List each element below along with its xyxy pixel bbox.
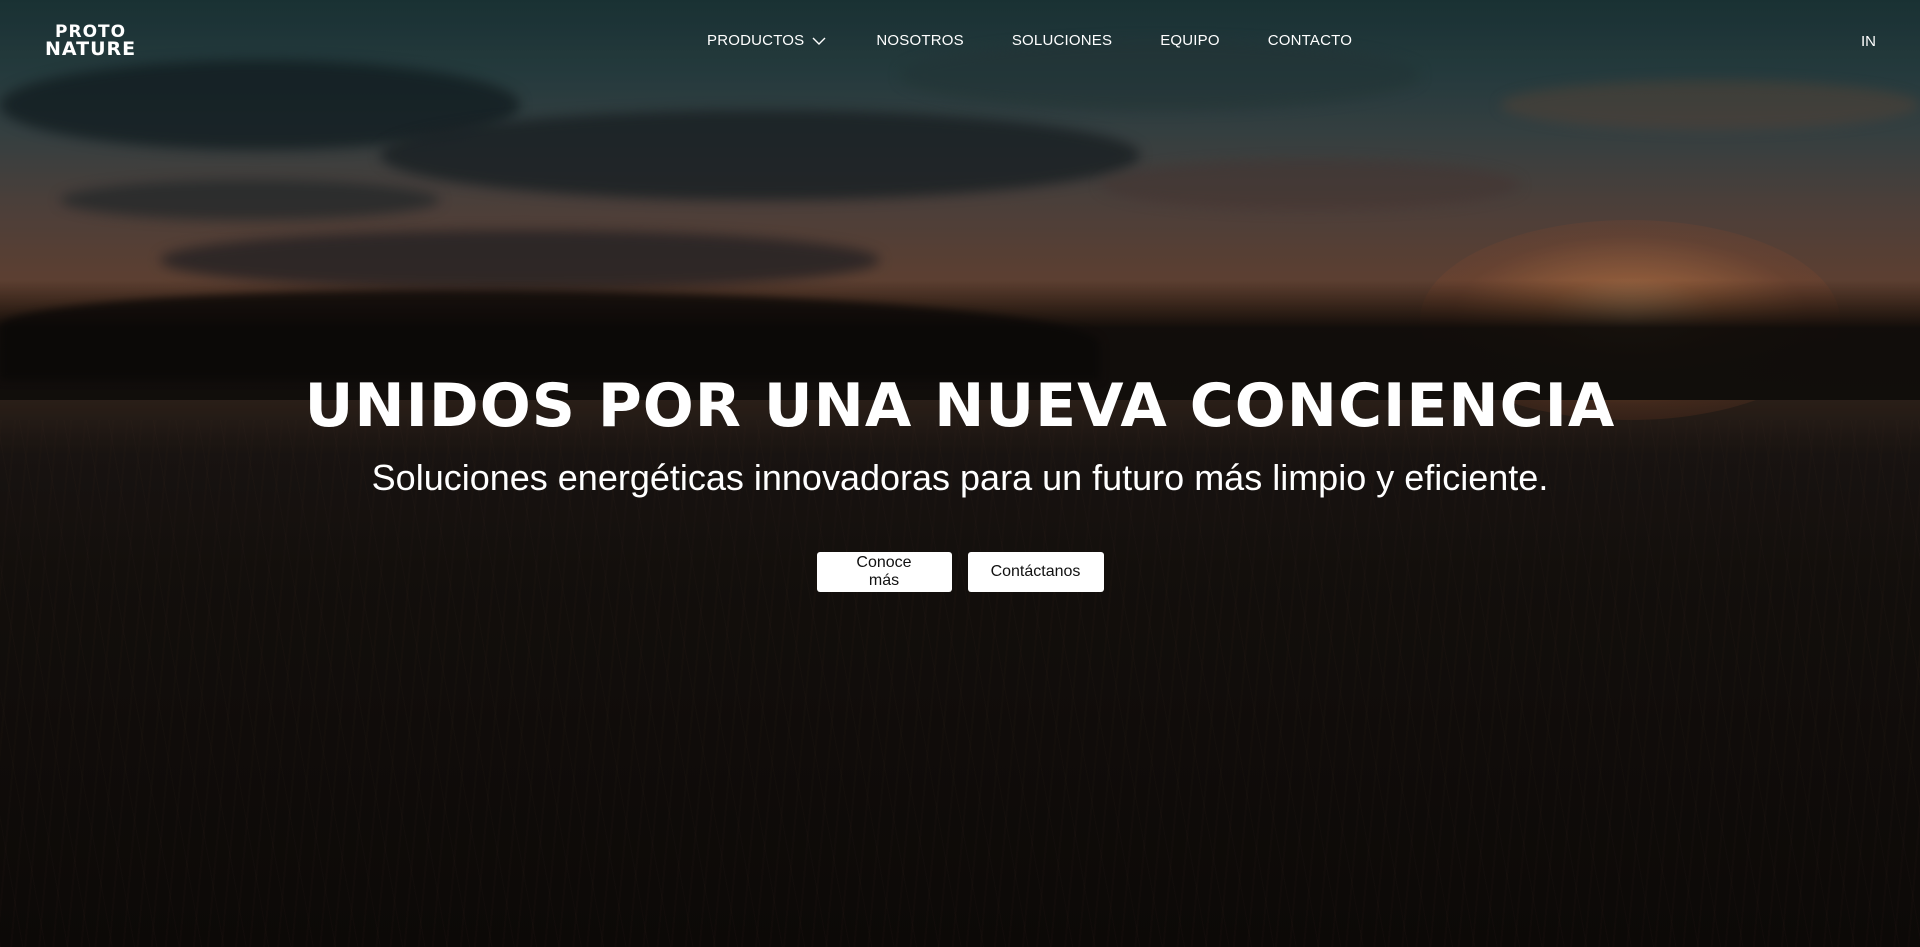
nav-item-label: CONTACTO bbox=[1267, 32, 1353, 49]
learn-more-button[interactable]: Conoce más bbox=[816, 552, 952, 592]
nav-menu: PRODUCTOS NOSOTROS SOLUCIONES EQUIPO CON… bbox=[707, 32, 1352, 49]
nav-item-contacto[interactable]: CONTACTO bbox=[1268, 32, 1352, 49]
hero-buttons: Conoce más Contáctanos bbox=[0, 552, 1920, 592]
logo-line-2: NATURE bbox=[45, 38, 137, 60]
hero-content: UNIDOS POR UNA NUEVA CONCIENCIA Solucion… bbox=[0, 370, 1920, 592]
hero-subheadline: Soluciones energéticas innovadoras para … bbox=[371, 457, 1549, 498]
nav-item-equipo[interactable]: EQUIPO bbox=[1160, 32, 1220, 49]
nav-item-nosotros[interactable]: NOSOTROS bbox=[876, 32, 963, 49]
nav-item-label: NOSOTROS bbox=[876, 32, 964, 49]
hero-headline: UNIDOS POR UNA NUEVA CONCIENCIA bbox=[304, 371, 1616, 441]
nav-item-label: SOLUCIONES bbox=[1011, 32, 1113, 49]
nav-item-soluciones[interactable]: SOLUCIONES bbox=[1012, 32, 1112, 49]
main-navigation: PROTO NATURE PRODUCTOS NOSOTROS SOLUCION… bbox=[0, 0, 1920, 86]
contact-button[interactable]: Contáctanos bbox=[967, 552, 1104, 592]
logo[interactable]: PROTO NATURE bbox=[45, 24, 137, 60]
nav-item-label: PRODUCTOS bbox=[707, 32, 805, 49]
nav-item-label: EQUIPO bbox=[1160, 32, 1220, 49]
language-switch[interactable]: IN bbox=[1861, 33, 1876, 50]
nav-item-productos[interactable]: PRODUCTOS bbox=[707, 32, 826, 49]
hero-section: PROTO NATURE PRODUCTOS NOSOTROS SOLUCION… bbox=[0, 0, 1920, 947]
chevron-down-icon bbox=[812, 37, 826, 45]
